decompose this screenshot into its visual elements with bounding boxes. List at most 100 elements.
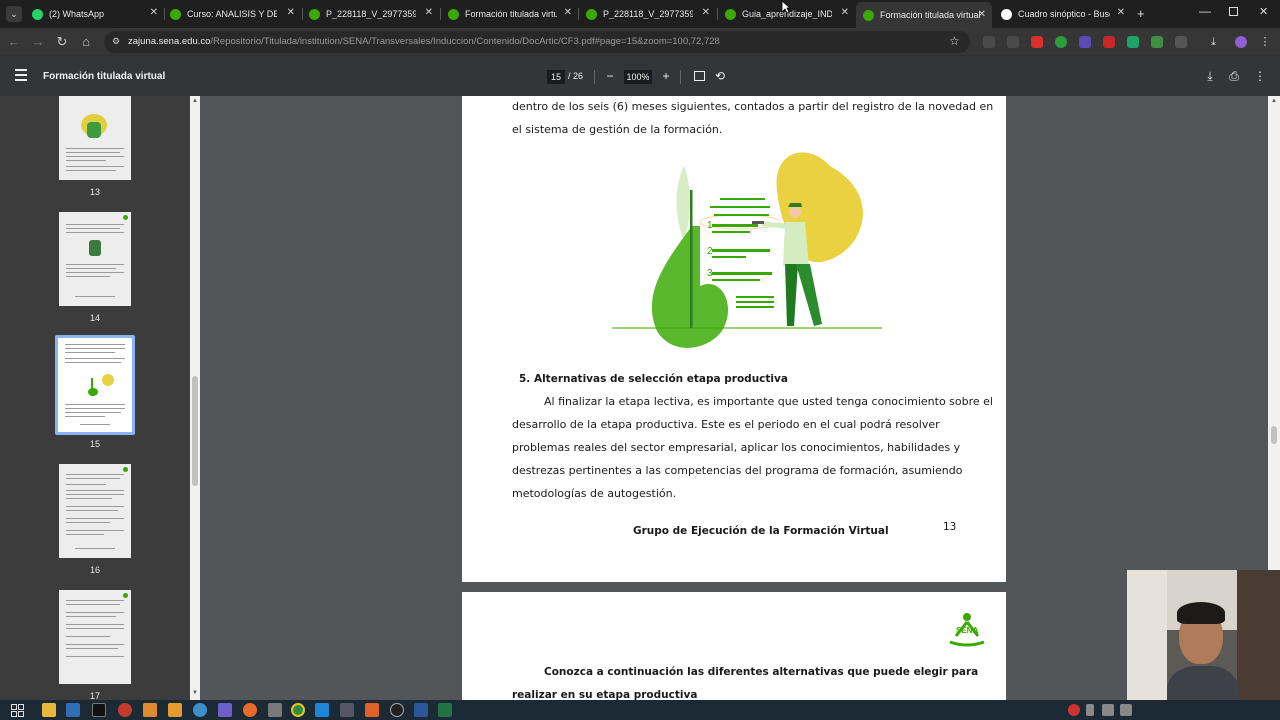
close-tab-icon[interactable]: ✕ bbox=[978, 9, 986, 20]
page-text-line: Conozca a continuación las diferentes al… bbox=[544, 666, 979, 678]
viewer-scroll-thumb[interactable] bbox=[1271, 426, 1277, 444]
print-icon[interactable]: ⎙ bbox=[1227, 69, 1241, 83]
app-purple-icon[interactable] bbox=[218, 703, 232, 717]
close-tab-icon[interactable]: ✕ bbox=[841, 7, 849, 18]
thumbnail-page-15[interactable] bbox=[58, 338, 132, 432]
sidebar-scroll-thumb[interactable] bbox=[192, 376, 198, 486]
bookmark-star-icon[interactable]: ☆ bbox=[949, 34, 960, 48]
sena-logo-text: SENA bbox=[956, 626, 979, 635]
tab-whatsapp[interactable]: (2) WhatsApp ✕ bbox=[32, 4, 158, 24]
thumbnail-label: 17 bbox=[89, 691, 100, 700]
vscode-icon[interactable] bbox=[315, 703, 329, 717]
close-tab-icon[interactable]: ✕ bbox=[564, 7, 572, 18]
thumbnail-page-14[interactable] bbox=[59, 212, 131, 306]
app-flame-icon[interactable] bbox=[365, 703, 379, 717]
close-tab-icon[interactable]: ✕ bbox=[1117, 7, 1125, 18]
minimize-button[interactable]: — bbox=[1199, 4, 1211, 18]
zoom-input[interactable]: 100% bbox=[624, 70, 652, 84]
sena-favicon-icon bbox=[309, 8, 320, 20]
zoom-in-icon[interactable]: + bbox=[659, 69, 673, 83]
restore-button[interactable] bbox=[1229, 7, 1238, 16]
mouse-cursor-icon bbox=[781, 0, 791, 14]
file-explorer-icon[interactable] bbox=[42, 703, 56, 717]
forward-icon[interactable]: → bbox=[30, 34, 46, 50]
rotate-icon[interactable]: ⟲ bbox=[713, 69, 727, 83]
pdf-page-14: SENA Conozca a continuación las diferent… bbox=[462, 592, 1006, 700]
thumbnail-page-17[interactable] bbox=[59, 590, 131, 684]
tab-p228118-b[interactable]: P_228118_V_2977359_R_1 ✕ bbox=[586, 4, 710, 24]
tray-icon[interactable] bbox=[1102, 704, 1114, 716]
terminal-icon[interactable] bbox=[92, 703, 106, 717]
pdf-viewer[interactable]: dentro de los seis (6) meses siguientes,… bbox=[200, 96, 1268, 700]
address-bar[interactable]: ⚙ zajuna.sena.edu.co/Repositorio/Titulad… bbox=[104, 31, 970, 53]
page-text-line: realizar en su etapa productiva bbox=[512, 689, 698, 700]
page-number-input[interactable]: 15 bbox=[547, 70, 565, 84]
browser-toolbar: ← → ↻ ⌂ ⚙ zajuna.sena.edu.co/Repositorio… bbox=[0, 28, 1280, 56]
app-hex-icon[interactable] bbox=[268, 703, 282, 717]
download-icon[interactable]: ⤓ bbox=[1203, 69, 1217, 83]
reload-icon[interactable]: ↻ bbox=[54, 34, 70, 50]
extension-grid-icon[interactable] bbox=[1151, 36, 1163, 48]
app-red-icon[interactable] bbox=[118, 703, 132, 717]
chrome-icon[interactable] bbox=[291, 703, 305, 717]
app-monitor-icon[interactable] bbox=[340, 703, 354, 717]
fit-page-icon[interactable] bbox=[692, 69, 706, 83]
close-window-button[interactable]: ✕ bbox=[1259, 5, 1268, 18]
pdf-page-13: dentro de los seis (6) meses siguientes,… bbox=[462, 96, 1006, 582]
close-tab-icon[interactable]: ✕ bbox=[287, 7, 295, 18]
tab-formacion-a[interactable]: Formación titulada virtual ✕ bbox=[448, 4, 572, 24]
menu-kebab-icon[interactable]: ⋮ bbox=[1259, 36, 1271, 48]
tab-cuadro-sinoptico[interactable]: Cuadro sinóptico - Busca ✕ bbox=[1001, 4, 1125, 24]
tab-search-button[interactable]: ⌄ bbox=[6, 6, 22, 22]
extension-translate-icon[interactable] bbox=[1007, 36, 1019, 48]
start-windows-icon[interactable] bbox=[10, 703, 24, 717]
figure-number: 1 bbox=[707, 220, 713, 231]
profile-avatar[interactable] bbox=[1235, 36, 1247, 48]
tab-curso[interactable]: Curso: ANALISIS Y DESARR ✕ bbox=[170, 4, 295, 24]
extension-red-icon[interactable] bbox=[1103, 36, 1115, 48]
downloads-icon[interactable]: ⤓ bbox=[1211, 36, 1223, 48]
home-icon[interactable]: ⌂ bbox=[78, 34, 94, 50]
sena-favicon-icon bbox=[725, 8, 736, 20]
close-tab-icon[interactable]: ✕ bbox=[425, 7, 433, 18]
site-info-icon[interactable]: ⚙ bbox=[112, 36, 120, 47]
app-blue-icon[interactable] bbox=[66, 703, 80, 717]
sena-logo: SENA bbox=[946, 612, 988, 652]
tray-icon[interactable] bbox=[1120, 704, 1132, 716]
app-globe-icon[interactable] bbox=[193, 703, 207, 717]
extension-teal-icon[interactable] bbox=[1127, 36, 1139, 48]
thumbnail-page-16[interactable] bbox=[59, 464, 131, 558]
tray-icon[interactable] bbox=[1068, 704, 1080, 716]
sena-favicon-icon bbox=[448, 8, 459, 20]
firefox-icon[interactable] bbox=[243, 703, 257, 717]
page-text-line: Al finalizar la etapa lectiva, es import… bbox=[544, 395, 993, 408]
excel-icon[interactable] bbox=[438, 703, 452, 717]
extension-badge-icon[interactable] bbox=[1079, 36, 1091, 48]
sidebar-menu-icon[interactable] bbox=[15, 69, 27, 81]
more-options-icon[interactable]: ⋮ bbox=[1253, 69, 1267, 83]
page-text-line: destrezas pertinentes a las competencias… bbox=[512, 464, 963, 477]
extensions-puzzle-icon[interactable] bbox=[1175, 36, 1187, 48]
adblock-icon[interactable] bbox=[1031, 36, 1043, 48]
zoom-out-icon[interactable]: − bbox=[603, 69, 617, 83]
extension-green-icon[interactable] bbox=[1055, 36, 1067, 48]
word-icon[interactable] bbox=[414, 703, 428, 717]
extension-reader-icon[interactable] bbox=[983, 36, 995, 48]
back-icon[interactable]: ← bbox=[6, 34, 22, 50]
close-tab-icon[interactable]: ✕ bbox=[702, 7, 710, 18]
obs-icon[interactable] bbox=[390, 703, 404, 717]
sena-favicon-icon bbox=[863, 9, 874, 21]
sidebar-scrollbar[interactable]: ▲ ▼ bbox=[190, 96, 200, 700]
tab-formacion-active[interactable]: Formación titulada virtual ✕ bbox=[856, 2, 992, 28]
new-tab-button[interactable]: + bbox=[1137, 6, 1145, 21]
page-text-line: el sistema de gestión de la formación. bbox=[512, 123, 723, 136]
thumbnail-page-13[interactable] bbox=[59, 96, 131, 180]
tab-strip: ⌄ (2) WhatsApp ✕ Curso: ANALISIS Y DESAR… bbox=[0, 0, 1280, 28]
thumbnail-sidebar: 13 14 15 16 17 bbox=[0, 96, 190, 700]
app-orange2-icon[interactable] bbox=[168, 703, 182, 717]
document-title: Formación titulada virtual bbox=[43, 71, 166, 82]
tray-icon[interactable] bbox=[1086, 704, 1094, 716]
app-orange-icon[interactable] bbox=[143, 703, 157, 717]
close-tab-icon[interactable]: ✕ bbox=[150, 7, 158, 18]
tab-p228118-a[interactable]: P_228118_V_2977359_R_1 ✕ bbox=[309, 4, 433, 24]
